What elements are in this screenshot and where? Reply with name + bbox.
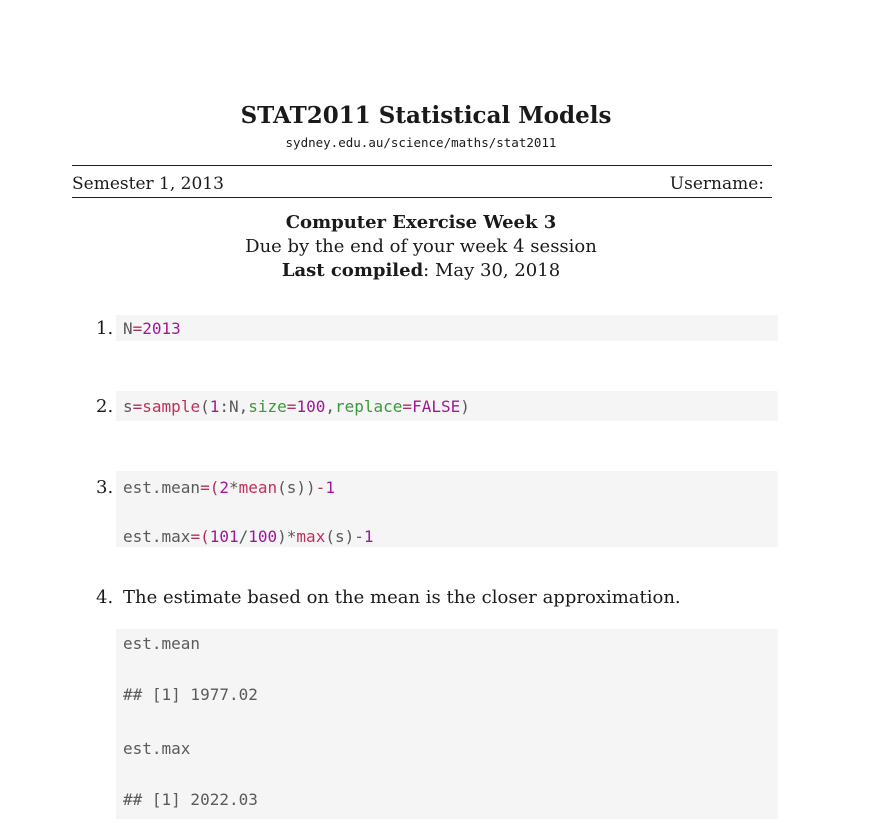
- code-line: N=2013: [123, 319, 181, 338]
- code-token: size: [248, 397, 287, 416]
- compiled-date: : May 30, 2018: [423, 260, 561, 281]
- item-number-1: 1.: [96, 318, 114, 339]
- code-token: =: [402, 397, 413, 416]
- code-token: *: [228, 478, 239, 497]
- code-line: est.max: [123, 739, 191, 758]
- item-number-3: 3.: [96, 477, 114, 498]
- code-token: /: [238, 527, 249, 546]
- code-token: 100: [248, 527, 278, 546]
- compiled-label: Last compiled: [281, 260, 424, 281]
- code-token: (: [200, 397, 210, 416]
- compiled-line: Last compiled: May 30, 2018: [0, 259, 842, 283]
- code-token: mean: [238, 478, 278, 497]
- code-block-1: [116, 315, 778, 341]
- code-token: replace: [334, 397, 403, 416]
- username-label: Username:: [669, 174, 764, 194]
- due-line: Due by the end of your week 4 session: [245, 236, 597, 257]
- code-line: est.max=(101/100)*max(s)-1: [123, 527, 374, 546]
- code-token: sample: [142, 397, 201, 416]
- item-number-4: 4.: [96, 587, 114, 608]
- code-token: 2013: [142, 319, 181, 338]
- course-url[interactable]: sydney.edu.au/science/maths/stat2011: [0, 135, 842, 150]
- code-token: est.mean: [123, 478, 201, 497]
- code-token: 1: [325, 478, 335, 497]
- code-token: -: [354, 527, 364, 546]
- code-token: 100: [296, 397, 326, 416]
- code-token: -: [315, 478, 326, 497]
- semester-label: Semester 1, 2013: [72, 174, 224, 194]
- code-token: =: [286, 397, 297, 416]
- code-token: :N,: [219, 397, 249, 416]
- code-token: 2: [219, 478, 229, 497]
- code-line: s=sample(1:N,size=100,replace=FALSE): [123, 397, 470, 416]
- code-token: =(: [200, 478, 220, 497]
- code-token: 1: [363, 527, 374, 546]
- code-token: max: [296, 527, 326, 546]
- exercise-header: Computer Exercise Week 3 Due by the end …: [0, 211, 842, 283]
- code-token: N: [123, 319, 133, 338]
- code-token: )*: [277, 527, 297, 546]
- code-line: est.mean=(2*mean(s))-1: [123, 478, 335, 497]
- code-token: (s)): [277, 478, 316, 497]
- code-token: est.max: [123, 527, 191, 546]
- item-number-2: 2.: [96, 396, 114, 417]
- header-rule-bottom: [72, 197, 772, 198]
- code-token: 101: [209, 527, 239, 546]
- code-token: s: [123, 397, 133, 416]
- output-line: ## [1] 2022.03: [123, 790, 258, 809]
- code-token: 1: [209, 397, 220, 416]
- code-line: est.mean: [123, 634, 201, 653]
- code-token: ): [460, 397, 470, 416]
- output-line: ## [1] 1977.02: [123, 685, 258, 704]
- header-rule-top: [72, 165, 772, 166]
- answer-text: The estimate based on the mean is the cl…: [123, 587, 681, 608]
- code-token: =: [132, 319, 143, 338]
- code-token: =(: [190, 527, 210, 546]
- page-title: STAT2011 Statistical Models: [240, 102, 612, 129]
- code-token: ,: [325, 397, 335, 416]
- code-token: FALSE: [412, 397, 461, 416]
- code-token: =: [132, 397, 143, 416]
- code-token: (s): [325, 527, 355, 546]
- exercise-title: Computer Exercise Week 3: [285, 212, 557, 233]
